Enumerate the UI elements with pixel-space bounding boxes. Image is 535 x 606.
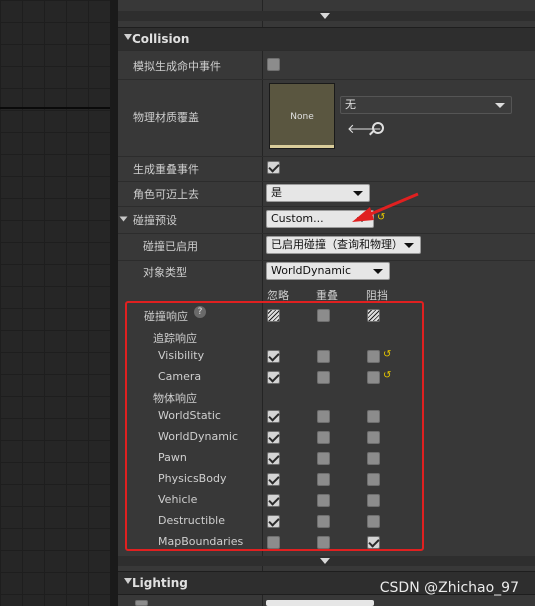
enabled-dropdown[interactable]: 已启用碰撞（查询和物理） [266,236,421,254]
can-step-value: 是 [271,186,282,199]
preset-value: Custom... [271,212,324,225]
chevron-down-icon [320,13,330,19]
can-step-label: 角色可迈上去 [133,188,199,201]
dropdown-arrow-icon [373,269,383,274]
partial-dropdown[interactable] [266,600,374,606]
category-title: Collision [132,32,190,46]
expand-arrow-icon[interactable] [119,216,128,222]
watermark: CSDN @Zhichao_97 [379,580,519,596]
collision-category-header[interactable]: Collision [118,27,535,51]
search-icon[interactable] [372,122,384,134]
collapse-arrow-icon [124,578,132,584]
gen-overlap-checkbox[interactable] [267,161,280,174]
annotation-box [125,301,424,551]
enabled-label: 碰撞已启用 [143,240,198,253]
scrollbar[interactable] [110,0,118,606]
preset-label: 碰撞预设 [133,214,177,227]
phys-mat-dropdown[interactable]: 无 [340,96,512,114]
chevron-down-icon [320,558,330,564]
partial-checkbox[interactable] [135,600,148,606]
phys-mat-thumbnail[interactable]: None [269,83,335,149]
phys-mat-label: 物理材质覆盖 [133,111,199,124]
annotation-arrow [352,192,419,222]
dropdown-arrow-icon [495,103,505,108]
sim-hit-label: 模拟生成命中事件 [133,60,221,73]
objtype-value: WorldDynamic [271,264,352,277]
viewport-grid[interactable] [0,0,110,606]
enabled-value: 已启用碰撞（查询和物理） [271,238,403,251]
objtype-dropdown[interactable]: WorldDynamic [266,262,390,280]
gen-overlap-label: 生成重叠事件 [133,163,199,176]
objtype-label: 对象类型 [143,266,187,279]
dropdown-arrow-icon [404,243,414,248]
expand-advanced-button[interactable] [118,11,535,21]
thumbnail-bar [270,145,334,148]
next-row [118,596,535,606]
expand-advanced-button[interactable] [118,556,535,566]
sim-hit-checkbox[interactable] [267,58,280,71]
phys-mat-value: 无 [345,98,356,111]
collapse-arrow-icon [124,34,132,40]
category-title: Lighting [132,576,188,590]
thumbnail-text: None [290,112,314,122]
viewport-line [0,107,110,109]
